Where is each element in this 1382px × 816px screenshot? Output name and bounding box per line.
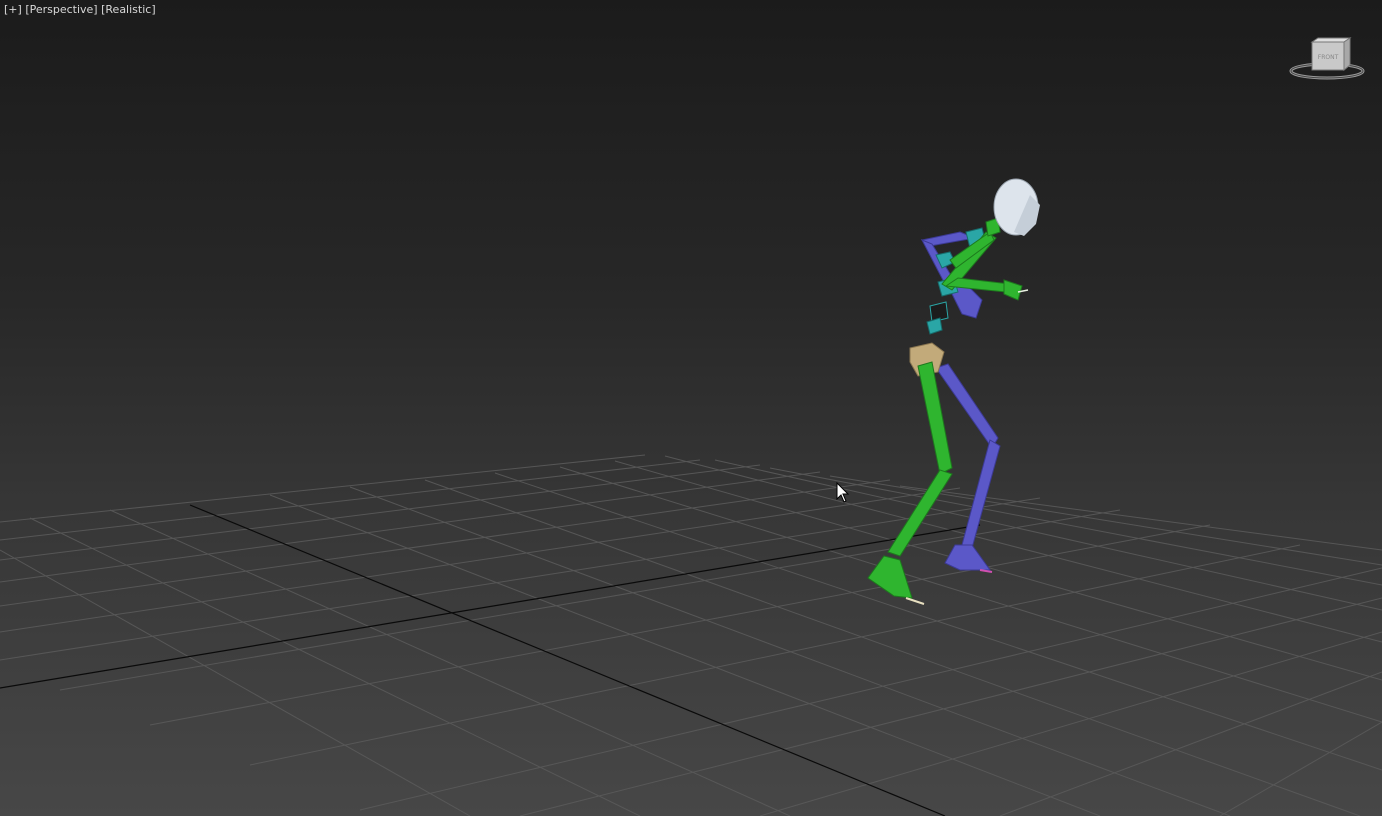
viewport-label-bar: [+] [Perspective] [Realistic] — [4, 3, 156, 16]
viewport-perspective[interactable]: [+] [Perspective] [Realistic] FRONT — [0, 0, 1382, 816]
arrow-cursor-icon — [836, 482, 850, 503]
viewcube-icon[interactable]: FRONT — [1284, 34, 1370, 86]
home-grid — [0, 454, 1382, 816]
viewport-shading-label[interactable]: [Realistic] — [101, 3, 156, 16]
viewcube-face-label: FRONT — [1318, 54, 1339, 61]
viewport-menu-label[interactable]: [+] — [4, 3, 22, 16]
biped-right-toe — [905, 597, 925, 605]
biped-right-leg[interactable] — [867, 361, 953, 599]
scene-canvas[interactable] — [0, 0, 1382, 816]
viewport-view-label[interactable]: [Perspective] — [25, 3, 97, 16]
viewcube-right-face[interactable] — [1343, 37, 1351, 72]
